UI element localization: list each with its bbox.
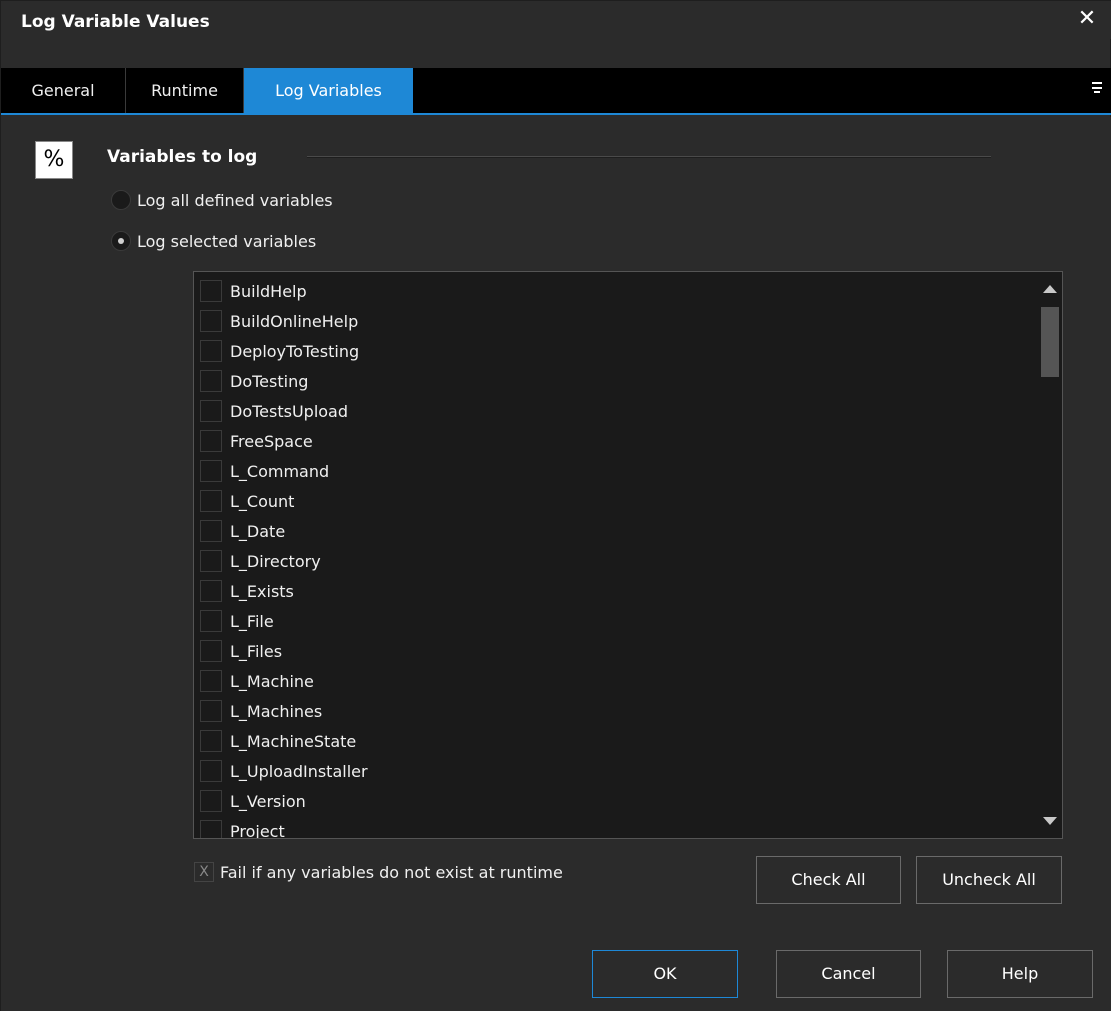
list-item[interactable]: L_Version: [200, 786, 306, 816]
variable-checkbox[interactable]: [200, 280, 222, 302]
variable-checkbox[interactable]: [200, 370, 222, 392]
list-scrollbar[interactable]: [1039, 273, 1061, 837]
list-item[interactable]: L_Exists: [200, 576, 294, 606]
scroll-up-arrow-icon[interactable]: [1043, 285, 1057, 293]
variable-label: DeployToTesting: [230, 341, 360, 361]
variable-checkbox[interactable]: [200, 340, 222, 362]
variable-label: L_Machines: [230, 701, 323, 721]
variables-checklist[interactable]: BuildHelp BuildOnlineHelp DeployToTesting D…: [193, 271, 1063, 839]
tab-log-variables[interactable]: Log Variables: [244, 68, 413, 113]
variable-checkbox[interactable]: [200, 520, 222, 542]
variable-label: L_Version: [230, 791, 306, 811]
tab-runtime[interactable]: Runtime: [126, 68, 243, 113]
variable-label: L_Files: [230, 641, 283, 661]
variable-checkbox[interactable]: [200, 790, 222, 812]
radio-log-all[interactable]: Log all defined variables: [111, 189, 333, 211]
scroll-down-arrow-icon[interactable]: [1043, 817, 1057, 825]
window-title: Log Variable Values: [21, 12, 210, 32]
list-item[interactable]: BuildOnlineHelp: [200, 306, 358, 336]
group-divider: [307, 156, 991, 158]
log-variable-values-dialog: Log Variable Values ✕ General Runtime Lo…: [0, 0, 1111, 1011]
list-item[interactable]: L_Machine: [200, 666, 314, 696]
percent-icon: %: [35, 141, 73, 179]
variable-label: L_Exists: [230, 581, 294, 601]
variable-checkbox[interactable]: [200, 400, 222, 422]
fail-if-missing-label: Fail if any variables do not exist at ru…: [220, 862, 563, 882]
list-item[interactable]: L_Directory: [200, 546, 321, 576]
variable-label: L_Machine: [230, 671, 314, 691]
list-item[interactable]: L_File: [200, 606, 274, 636]
variable-checkbox[interactable]: [200, 610, 222, 632]
variable-label: L_Count: [230, 491, 295, 511]
list-item[interactable]: L_Machines: [200, 696, 322, 726]
tab-bar: General Runtime Log Variables: [1, 68, 1111, 115]
list-item[interactable]: DeployToTesting: [200, 336, 359, 366]
group-label-variables-to-log: Variables to log: [107, 147, 258, 167]
list-item[interactable]: L_MachineState: [200, 726, 356, 756]
radio-button-unchecked[interactable]: [111, 190, 131, 210]
variable-label: L_Command: [230, 461, 330, 481]
variable-checkbox[interactable]: [200, 460, 222, 482]
variable-label: L_UploadInstaller: [230, 761, 368, 781]
variable-checkbox[interactable]: [200, 730, 222, 752]
radio-log-all-label: Log all defined variables: [137, 190, 333, 210]
variable-checkbox[interactable]: [200, 640, 222, 662]
variable-label: Project: [230, 821, 285, 839]
variable-label: FreeSpace: [230, 431, 313, 451]
tab-general[interactable]: General: [1, 68, 125, 113]
ok-button[interactable]: OK: [592, 950, 738, 998]
variable-checkbox[interactable]: [200, 580, 222, 602]
variable-label: DoTesting: [230, 371, 309, 391]
variable-label: DoTestsUpload: [230, 401, 349, 421]
list-item[interactable]: DoTesting: [200, 366, 308, 396]
variable-label: L_Directory: [230, 551, 321, 571]
fail-if-missing-checkbox[interactable]: X: [194, 862, 214, 882]
variable-checkbox[interactable]: [200, 820, 222, 838]
radio-button-checked[interactable]: [111, 231, 131, 251]
list-item[interactable]: L_Date: [200, 516, 285, 546]
list-item[interactable]: L_Files: [200, 636, 282, 666]
list-item[interactable]: L_UploadInstaller: [200, 756, 368, 786]
radio-log-selected[interactable]: Log selected variables: [111, 230, 316, 252]
list-item[interactable]: FreeSpace: [200, 426, 313, 456]
variable-checkbox[interactable]: [200, 490, 222, 512]
variable-checkbox[interactable]: [200, 310, 222, 332]
cancel-button[interactable]: Cancel: [776, 950, 921, 998]
variable-checkbox[interactable]: [200, 430, 222, 452]
close-icon[interactable]: ✕: [1074, 5, 1100, 33]
list-item[interactable]: L_Command: [200, 456, 329, 486]
variable-checkbox[interactable]: [200, 700, 222, 722]
variable-label: BuildOnlineHelp: [230, 311, 359, 331]
tab-menu-icon[interactable]: [1090, 78, 1104, 102]
variable-label: BuildHelp: [230, 281, 307, 301]
scroll-thumb[interactable]: [1041, 307, 1059, 377]
radio-log-selected-label: Log selected variables: [137, 231, 317, 251]
variable-checkbox[interactable]: [200, 550, 222, 572]
uncheck-all-button[interactable]: Uncheck All: [916, 856, 1062, 904]
list-item[interactable]: Project: [200, 816, 285, 839]
list-item[interactable]: DoTestsUpload: [200, 396, 348, 426]
list-item[interactable]: L_Count: [200, 486, 294, 516]
variable-checkbox[interactable]: [200, 760, 222, 782]
variable-label: L_File: [230, 611, 274, 631]
fail-if-missing-option[interactable]: X Fail if any variables do not exist at …: [194, 861, 563, 883]
variable-label: L_Date: [230, 521, 286, 541]
title-bar: Log Variable Values ✕: [1, 1, 1111, 39]
variable-label: L_MachineState: [230, 731, 357, 751]
help-button[interactable]: Help: [947, 950, 1093, 998]
list-item[interactable]: BuildHelp: [200, 276, 307, 306]
check-all-button[interactable]: Check All: [756, 856, 901, 904]
variable-checkbox[interactable]: [200, 670, 222, 692]
